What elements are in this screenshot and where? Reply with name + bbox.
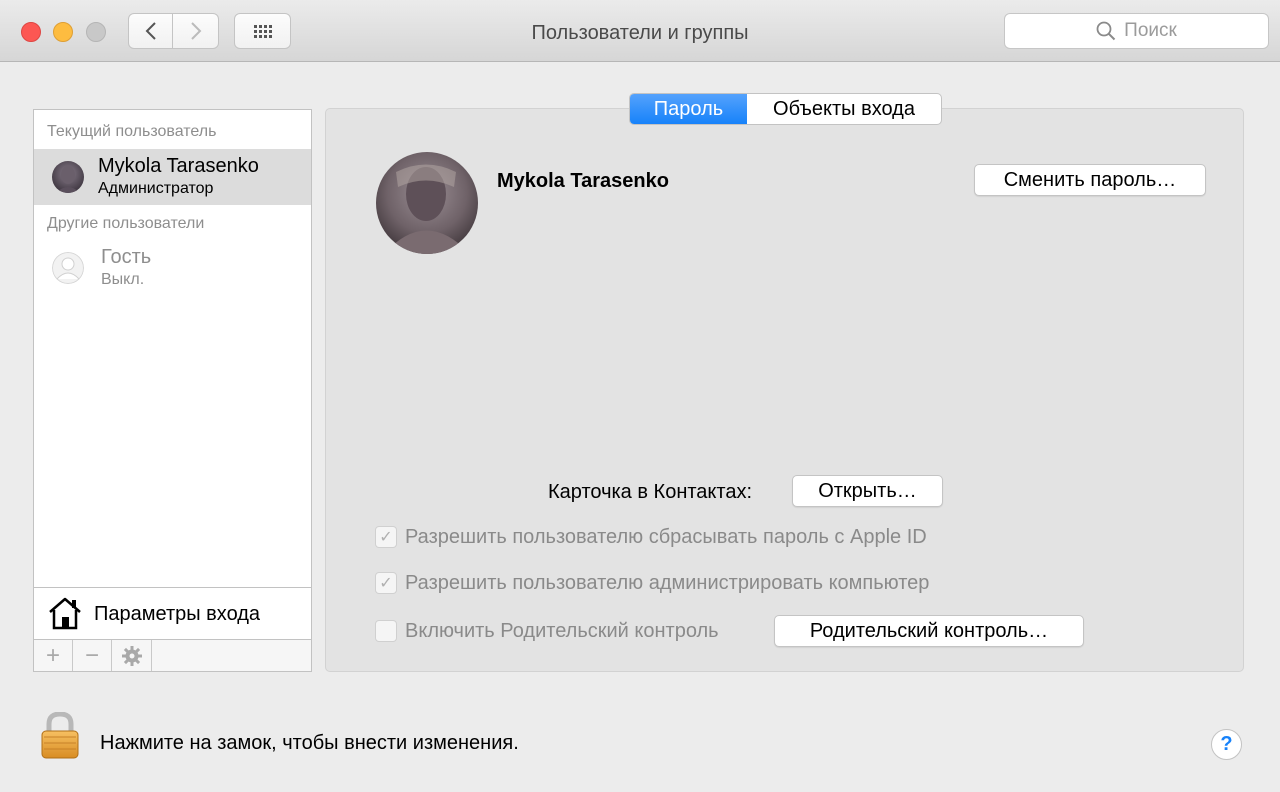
sidebar-user-name: Гость xyxy=(101,246,152,268)
sidebar-toolbar: + − xyxy=(34,639,311,671)
allow-admin-label: Разрешить пользователю администрировать … xyxy=(405,571,930,594)
remove-user-button[interactable]: − xyxy=(73,640,112,671)
sidebar-user-name: Mykola Tarasenko xyxy=(98,155,259,177)
search-placeholder: Поиск xyxy=(1124,20,1177,41)
search-field[interactable]: Поиск xyxy=(1004,13,1269,49)
user-full-name: Mykola Tarasenko xyxy=(497,170,669,192)
sidebar-user-guest[interactable]: Гость Выкл. xyxy=(34,240,311,296)
allow-admin-row: ✓ Разрешить пользователю администрироват… xyxy=(375,571,929,595)
contacts-card-label: Карточка в Контактах: xyxy=(548,481,753,503)
tab-bar: Пароль Объекты входа xyxy=(629,93,942,125)
enable-parental-controls-checkbox[interactable] xyxy=(375,620,397,642)
guest-avatar-icon xyxy=(52,252,84,284)
user-avatar[interactable] xyxy=(376,152,478,254)
checkmark-icon: ✓ xyxy=(379,575,393,592)
lock-icon[interactable] xyxy=(40,712,80,760)
parental-controls-row: Включить Родительский контроль xyxy=(375,619,719,643)
title-bar: Пользователи и группы Поиск xyxy=(0,0,1280,62)
sidebar-user-role: Администратор xyxy=(98,180,214,197)
enable-parental-controls-label: Включить Родительский контроль xyxy=(405,619,719,642)
plus-icon: + xyxy=(45,641,60,669)
tab-login-items[interactable]: Объекты входа xyxy=(747,94,941,124)
other-users-heading: Другие пользователи xyxy=(47,215,205,232)
gear-icon xyxy=(121,645,142,666)
sidebar-user-role: Выкл. xyxy=(101,271,145,288)
tab-password[interactable]: Пароль xyxy=(630,94,747,124)
sidebar-user-current[interactable]: Mykola Tarasenko Администратор xyxy=(34,149,311,205)
house-icon xyxy=(49,597,81,630)
users-sidebar: Текущий пользователь Mykola Tarasenko Ад… xyxy=(33,109,312,672)
action-menu-button[interactable] xyxy=(112,640,152,671)
help-button[interactable]: ? xyxy=(1211,729,1242,760)
checkmark-icon: ✓ xyxy=(379,529,393,546)
open-contacts-button[interactable]: Открыть… xyxy=(792,475,943,507)
allow-reset-apple-id-checkbox[interactable]: ✓ xyxy=(375,526,397,548)
login-options-label: Параметры входа xyxy=(94,603,261,625)
current-user-heading: Текущий пользователь xyxy=(47,123,217,140)
allow-reset-apple-id-label: Разрешить пользователю сбрасывать пароль… xyxy=(405,525,927,548)
parental-controls-button[interactable]: Родительский контроль… xyxy=(774,615,1084,647)
login-options-item[interactable]: Параметры входа xyxy=(34,587,311,639)
avatar xyxy=(52,161,84,193)
minus-icon: − xyxy=(84,641,99,669)
allow-reset-apple-id-row: ✓ Разрешить пользователю сбрасывать паро… xyxy=(375,525,927,549)
change-password-button[interactable]: Сменить пароль… xyxy=(974,164,1206,196)
allow-admin-checkbox[interactable]: ✓ xyxy=(375,572,397,594)
add-user-button[interactable]: + xyxy=(34,640,73,671)
lock-instructions: Нажмите на замок, чтобы внести изменения… xyxy=(100,732,519,754)
search-icon xyxy=(1096,21,1116,41)
